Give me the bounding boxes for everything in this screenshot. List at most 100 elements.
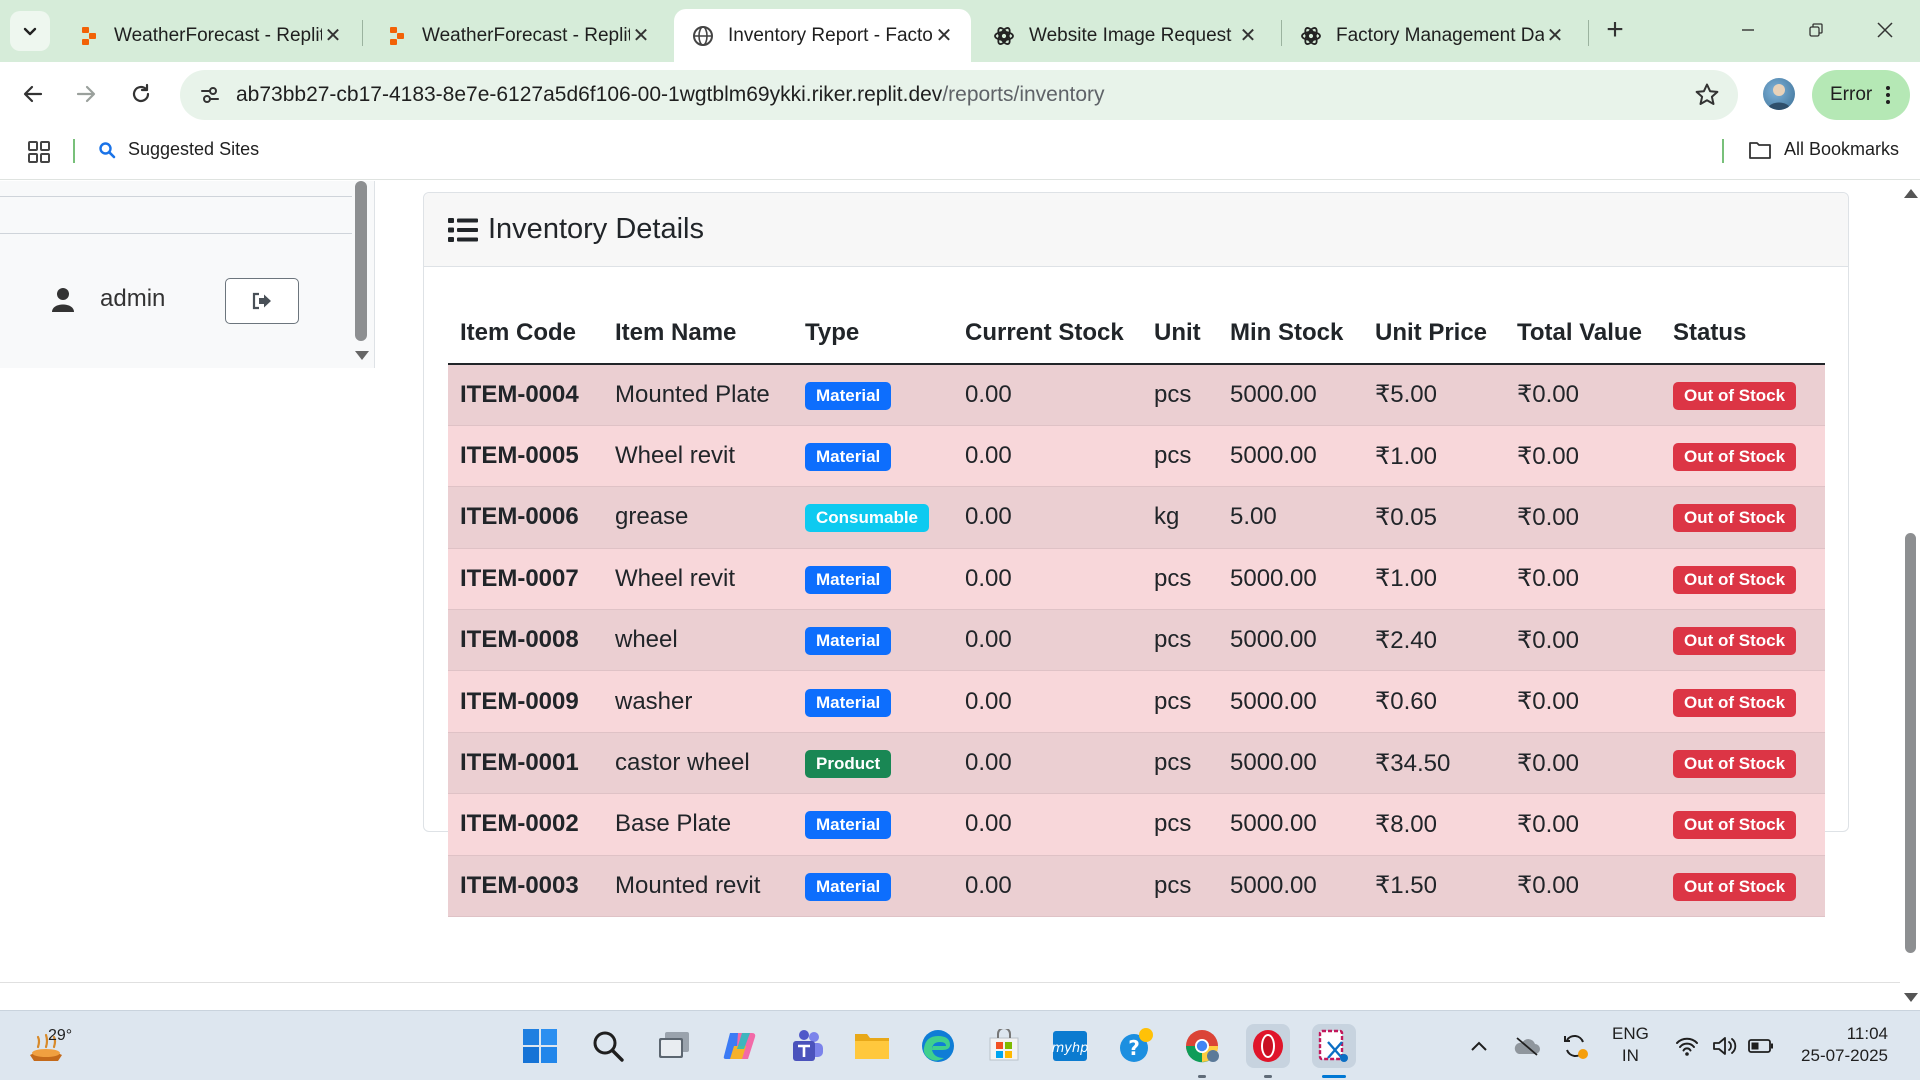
folder-icon [1749,141,1771,159]
restore-button[interactable] [1796,12,1836,48]
forward-button[interactable] [66,74,106,114]
cell-total-value: ₹0.00 [1505,670,1661,733]
cell-type: Material [793,793,953,856]
status-badge: Out of Stock [1673,872,1797,901]
cell-unit: pcs [1142,793,1218,856]
username: admin [100,285,166,312]
reload-button[interactable] [121,74,161,114]
show-hidden-icons-button[interactable] [1464,1033,1494,1059]
tab-inventory-report[interactable]: Inventory Report - Factory ✕ [674,9,971,62]
site-info-icon[interactable] [184,70,236,120]
tab-website-image-request[interactable]: Website Image Request ✕ [975,9,1275,62]
snipping-tool-button[interactable] [1312,1024,1356,1068]
speaker-icon [1713,1037,1737,1055]
profile-avatar[interactable] [1763,78,1795,110]
column-header-item-code[interactable]: Item Code [448,303,603,365]
cell-current-stock: 0.00 [953,364,1142,426]
table-header-row: Item Code Item Name Type Current Stock U… [448,303,1825,365]
cell-unit-price: ₹1.00 [1363,425,1505,488]
close-icon[interactable]: ✕ [322,25,344,47]
scroll-down-arrow[interactable] [1904,993,1918,1002]
cell-status: Out of Stock [1661,732,1825,795]
close-icon[interactable]: ✕ [1544,25,1566,47]
cell-item-name: Mounted revit [603,855,793,918]
file-explorer-button[interactable] [850,1024,894,1068]
sidebar-scroll-down-arrow[interactable] [355,351,369,360]
browser-tab-strip: WeatherForecast - Replit ✕ WeatherForeca… [0,0,1920,62]
profile-photo-icon [1767,84,1791,110]
address-bar[interactable]: ab73bb27-cb17-4183-8e7e-6127a5d6f106-00-… [180,70,1738,120]
weather-widget[interactable]: 29° [26,1021,86,1071]
inventory-details-card: Inventory Details Item Code Item Name Ty… [423,192,1849,918]
column-header-unit-price[interactable]: Unit Price [1363,303,1505,365]
cell-min-stock: 5000.00 [1218,425,1363,488]
profile-error-button[interactable]: Error [1812,70,1910,120]
column-header-total-value[interactable]: Total Value [1505,303,1661,365]
start-button[interactable] [518,1024,562,1068]
edge-button[interactable] [916,1024,960,1068]
new-tab-button[interactable]: + [1598,14,1632,48]
cell-item-name: Wheel revit [603,425,793,488]
apps-grid-icon[interactable] [26,139,52,165]
task-view-button[interactable] [652,1024,696,1068]
close-icon [1877,22,1893,38]
sync-icon [1564,1035,1588,1059]
clock[interactable]: 11:04 25-07-2025 [1796,1023,1888,1067]
opera-button[interactable] [1246,1024,1290,1068]
cell-unit: pcs [1142,548,1218,611]
cell-item-code: ITEM-0005 [448,425,603,488]
column-header-type[interactable]: Type [793,303,953,365]
cell-type: Consumable [793,486,953,549]
volume-tray-icon[interactable] [1710,1033,1740,1059]
cell-unit-price: ₹1.50 [1363,855,1505,918]
tab-weatherforecast-2[interactable]: WeatherForecast - Replit ✕ [368,9,668,62]
language-indicator[interactable]: ENG IN [1612,1023,1649,1067]
chrome-button[interactable] [1180,1024,1224,1068]
bookmark-star-icon[interactable] [1694,82,1720,108]
sidebar-scrollbar-thumb[interactable] [355,181,367,341]
type-badge: Material [805,872,892,901]
close-icon[interactable]: ✕ [1237,25,1259,47]
column-header-status[interactable]: Status [1661,303,1825,365]
back-button[interactable] [13,74,53,114]
table-row: ITEM-0003 Mounted revit Material 0.00 pcs 500… [448,855,1825,918]
get-help-button[interactable]: ? [1114,1024,1158,1068]
battery-tray-icon[interactable] [1746,1033,1776,1059]
myhp-button[interactable]: myhp [1048,1024,1092,1068]
wifi-tray-icon[interactable] [1672,1033,1702,1059]
type-badge: Material [805,565,892,594]
close-icon[interactable]: ✕ [630,25,652,47]
scroll-up-arrow[interactable] [1904,189,1918,198]
cell-min-stock: 5000.00 [1218,364,1363,426]
sync-tray-icon[interactable] [1560,1033,1590,1059]
bookmark-suggested-sites[interactable]: Suggested Sites [98,139,259,160]
cell-item-code: ITEM-0001 [448,732,603,795]
cell-unit: pcs [1142,609,1218,672]
teams-button[interactable] [784,1024,828,1068]
minimize-button[interactable] [1728,12,1768,48]
page-scrollbar-thumb[interactable] [1905,533,1916,953]
tab-search-button[interactable] [10,11,50,51]
tab-factory-management[interactable]: Factory Management Dat ✕ [1282,9,1582,62]
cell-type: Material [793,364,953,426]
taskbar-search-button[interactable] [586,1024,630,1068]
snipping-tool-icon [1318,1029,1348,1062]
column-header-min-stock[interactable]: Min Stock [1218,303,1363,365]
close-window-button[interactable] [1865,12,1905,48]
logout-button[interactable] [225,278,299,324]
url-path: /reports/inventory [942,83,1105,106]
cell-min-stock: 5.00 [1218,486,1363,549]
column-header-unit[interactable]: Unit [1142,303,1218,365]
page-scrollbar[interactable] [1900,181,1920,1010]
cell-status: Out of Stock [1661,670,1825,733]
restore-icon [1809,23,1823,37]
column-header-item-name[interactable]: Item Name [603,303,793,365]
column-header-current-stock[interactable]: Current Stock [953,303,1142,365]
microsoft-store-button[interactable] [982,1024,1026,1068]
tab-weatherforecast-1[interactable]: WeatherForecast - Replit ✕ [60,9,360,62]
onedrive-tray-icon[interactable] [1512,1033,1542,1059]
card-title: Inventory Details [488,213,704,245]
copilot-button[interactable] [718,1024,762,1068]
close-icon[interactable]: ✕ [933,25,955,47]
all-bookmarks-button[interactable]: All Bookmarks [1748,139,1899,160]
